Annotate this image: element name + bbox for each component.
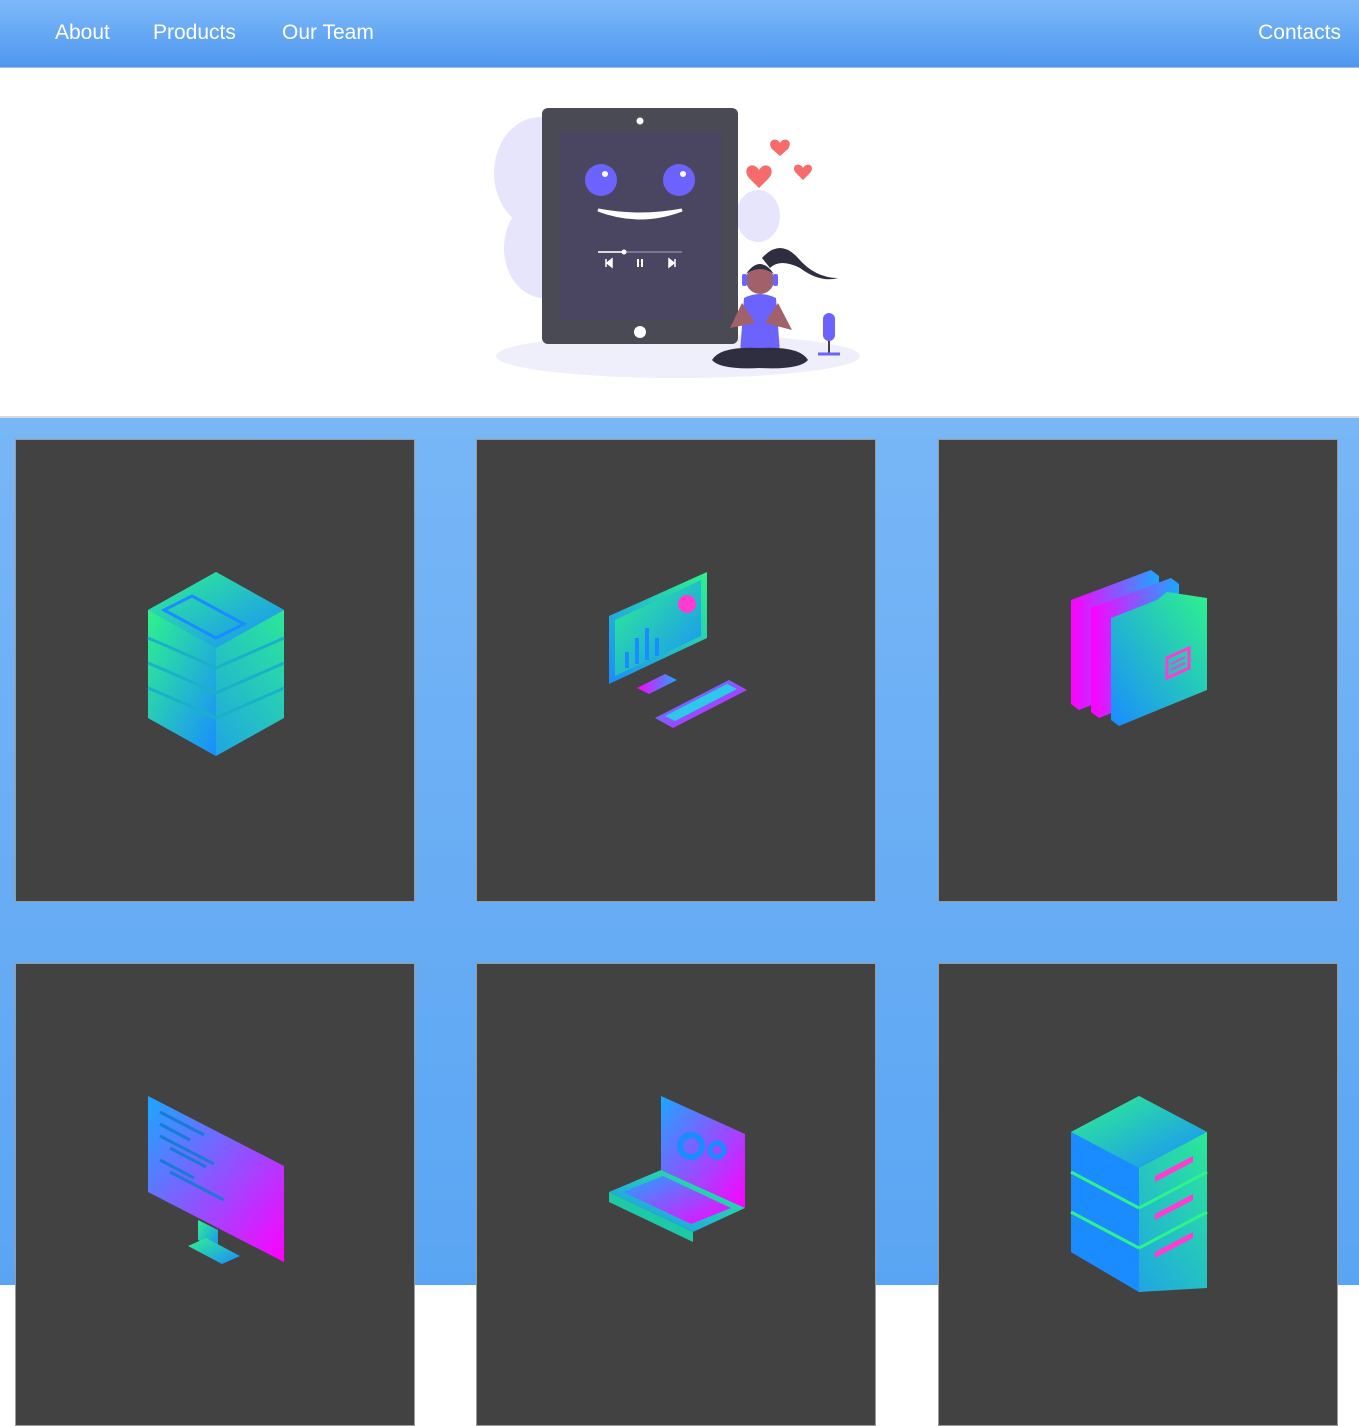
product-card-server[interactable] (938, 963, 1338, 1426)
product-card-laptop[interactable] (476, 963, 876, 1426)
product-card-database[interactable] (15, 439, 415, 902)
nav-products-link[interactable]: Products (153, 21, 236, 45)
nav-about-link[interactable]: About (55, 21, 110, 45)
laptop-settings-icon (609, 1096, 745, 1242)
product-card-code[interactable] (15, 963, 415, 1426)
database-stack-icon (147, 572, 285, 756)
hero-illustration (494, 108, 860, 378)
hero-banner (0, 68, 1359, 418)
nav-our-team-link[interactable]: Our Team (282, 21, 374, 45)
code-monitor-icon (148, 1096, 284, 1264)
top-navbar: About Products Our Team Contacts (0, 0, 1359, 68)
desktop-analytics-icon (609, 572, 747, 728)
product-card-analytics[interactable] (476, 439, 876, 902)
product-card-folders[interactable] (938, 439, 1338, 902)
server-rack-icon (1070, 1096, 1208, 1292)
nav-contacts-link[interactable]: Contacts (1258, 21, 1341, 45)
products-gallery (0, 418, 1359, 1426)
folders-icon (1071, 570, 1207, 726)
